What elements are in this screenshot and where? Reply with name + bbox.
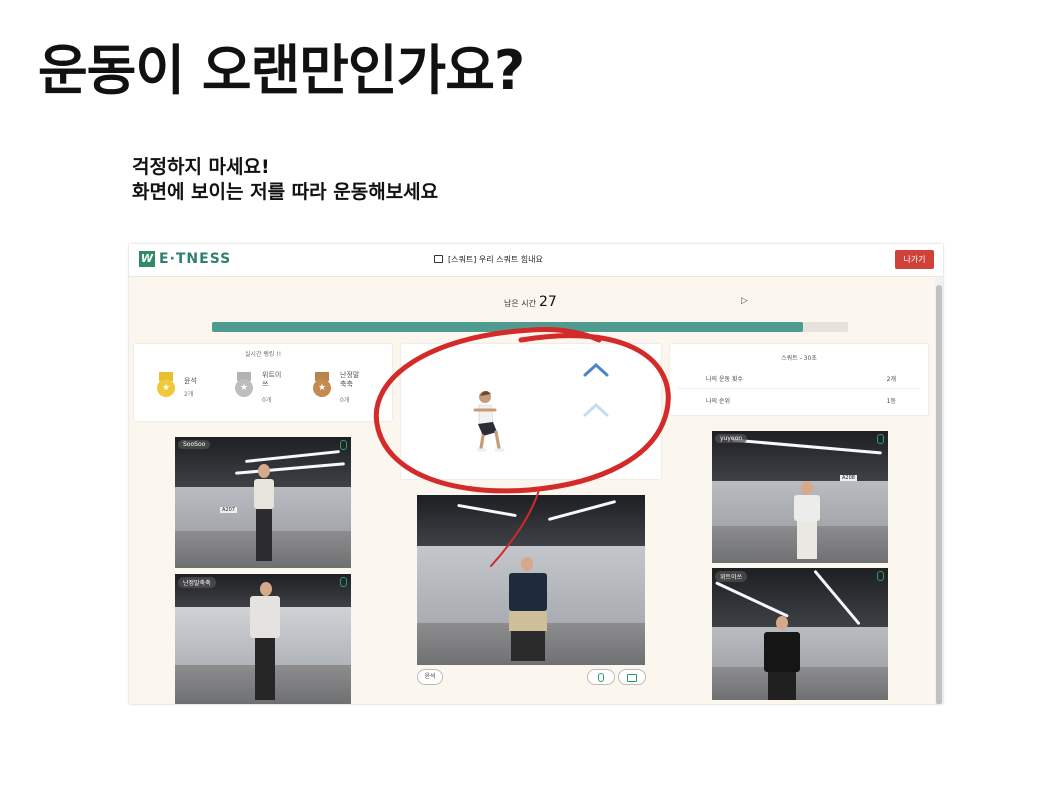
app-screenshot: W E·TNESS [스쿼트] 우리 스쿼트 힘내요 나가기 남은 시간 27 ▷… [129, 244, 943, 704]
red-highlight-annotation [373, 327, 671, 567]
slide-subtitle: 걱정하지 마세요! 화면에 보이는 저를 따라 운동해보세요 [132, 155, 438, 205]
subtitle-line-2: 화면에 보이는 저를 따라 운동해보세요 [132, 181, 439, 203]
subtitle-line-1: 걱정하지 마세요! [132, 156, 270, 178]
slide-title: 운동이 오랜만인가요? [38, 39, 525, 102]
